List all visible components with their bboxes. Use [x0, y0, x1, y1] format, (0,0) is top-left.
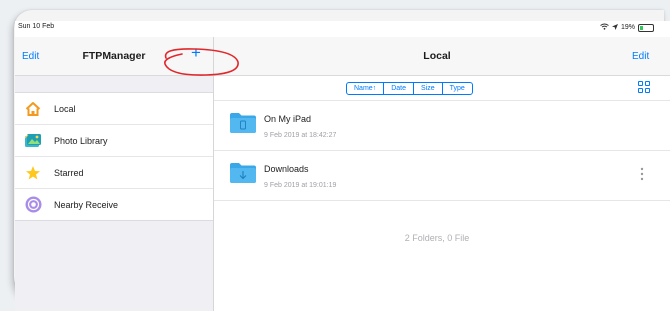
main-panel: Local Edit Name↑ Date Size Type On My iP… [214, 37, 670, 311]
sort-by-type[interactable]: Type [441, 83, 472, 94]
nearby-receive-icon [24, 196, 42, 214]
annotation-circle [160, 46, 242, 83]
status-indicators: 19% [600, 23, 654, 32]
status-bar: Sun 10 Feb 19% [15, 21, 656, 37]
file-name: On My iPad [264, 114, 312, 124]
sort-by-size[interactable]: Size [412, 83, 442, 94]
house-icon [24, 100, 42, 118]
sidebar-item-label: Starred [54, 167, 84, 178]
sort-bar: Name↑ Date Size Type [214, 76, 670, 101]
more-options-icon[interactable] [639, 167, 645, 181]
folder-device-icon [229, 112, 257, 134]
folder-download-icon [229, 162, 257, 184]
file-date: 9 Feb 2019 at 19:01:19 [264, 182, 337, 189]
file-row[interactable]: Downloads 9 Feb 2019 at 19:01:19 [214, 151, 670, 201]
main-nav-bar: Local Edit [214, 37, 670, 76]
status-time: Sun 10 Feb [18, 23, 55, 30]
photo-library-icon [24, 132, 42, 150]
star-icon [24, 164, 42, 182]
sidebar-item-label: Nearby Receive [54, 199, 119, 210]
sidebar-item-photo-library[interactable]: Photo Library [15, 125, 213, 157]
sidebar-item-local[interactable]: Local [15, 93, 213, 125]
battery-icon [638, 23, 654, 32]
file-row[interactable]: On My iPad 9 Feb 2019 at 18:42:27 [214, 101, 670, 151]
folder-summary: 2 Folders, 0 File [404, 233, 470, 243]
file-name: Downloads [264, 164, 309, 174]
page-title: Local [423, 50, 451, 62]
location-icon [611, 23, 618, 32]
ipad-screen: Sun 10 Feb 19% Edit FTPManager + Local P… [15, 21, 670, 311]
file-date: 9 Feb 2019 at 18:42:27 [264, 132, 337, 139]
sidebar-list: Local Photo Library Starred Nearby Recei… [15, 92, 213, 221]
sidebar-item-label: Local [54, 103, 76, 114]
sidebar-item-starred[interactable]: Starred [15, 157, 213, 189]
battery-percent: 19% [620, 24, 635, 31]
sort-by-name[interactable]: Name↑ [347, 83, 383, 94]
sidebar-item-label: Photo Library [54, 135, 108, 146]
sidebar-item-nearby-receive[interactable]: Nearby Receive [15, 189, 213, 220]
sort-segmented-control: Name↑ Date Size Type [346, 82, 473, 95]
grid-view-icon[interactable] [638, 81, 650, 93]
main-edit-button[interactable]: Edit [632, 51, 649, 62]
sort-by-date[interactable]: Date [383, 83, 413, 94]
wifi-icon [600, 23, 609, 32]
